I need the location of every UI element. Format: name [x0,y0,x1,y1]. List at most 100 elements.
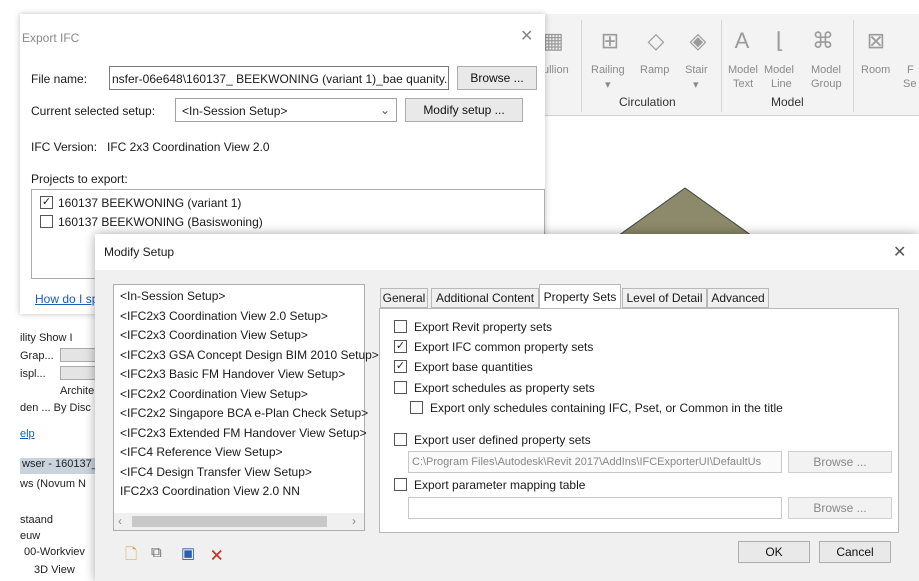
properties-row: Grap... [20,350,54,362]
project-name: 160137 BEEKWONING (variant 1) [58,196,242,210]
ribbon-room-separator-label: F [907,64,914,76]
browser-row[interactable]: 3D View [34,564,75,576]
railing-icon[interactable]: ⊞ [593,28,627,54]
properties-row: den ... By Disc [20,402,91,414]
delete-setup-icon[interactable]: 🗙 [211,544,222,569]
scrollbar-thumb[interactable] [132,516,327,527]
setup-list-item[interactable]: <IFC2x3 GSA Concept Design BIM 2010 Setu… [120,348,379,362]
ribbon-model-text-label2: Text [733,78,754,90]
schedules-only-checkbox[interactable] [410,401,423,414]
param-mapping-path-input[interactable] [408,497,782,519]
setup-list-horizontal-scrollbar[interactable]: ‹ › [114,513,364,530]
browse-button[interactable]: Browse ... [457,66,537,90]
scroll-left-icon[interactable]: ‹ [118,514,122,528]
revit-psets-checkbox[interactable] [394,320,407,333]
properties-help-link[interactable]: elp [20,428,35,440]
file-name-input[interactable]: nsfer-06e648\160137_ BEEKWONING (variant… [109,66,449,90]
close-icon[interactable]: ✕ [893,242,906,262]
setup-list-item[interactable]: IFC2x3 Coordination View 2.0 NN [120,484,300,498]
browser-row[interactable]: euw [20,530,40,542]
ribbon-room-separator-label2: Se [903,78,917,90]
setup-list-item[interactable]: <IFC2x2 Coordination View Setup> [120,387,308,401]
base-quantities-label: Export base quantities [414,360,533,374]
file-name-label: File name: [31,72,88,86]
tab-advanced[interactable]: Advanced [707,288,769,308]
setup-list-item[interactable]: <IFC2x3 Extended FM Handover View Setup> [120,426,367,440]
browser-row[interactable]: staand [20,514,53,526]
room-icon[interactable]: ⊠ [861,28,891,54]
edit-button[interactable] [60,366,100,380]
base-quantities-checkbox[interactable]: ✓ [394,360,407,373]
setup-value: <In-Session Setup> [182,104,288,118]
file-name-value: nsfer-06e648\160137_ BEEKWONING (variant… [112,72,449,86]
ribbon-separator [721,20,722,112]
ifc-common-checkbox[interactable]: ✓ [394,340,407,353]
ribbon-stair-label: Stair [685,64,708,76]
model-line-icon[interactable]: ⌊ [765,28,795,54]
properties-row: ispl... [20,368,46,380]
schedules-only-label: Export only schedules containing IFC, Ps… [430,401,783,415]
setup-list-item[interactable]: <In-Session Setup> [120,289,225,303]
new-setup-icon[interactable]: 🗋 [125,544,137,569]
properties-panel: ility Show I Grap... ispl... Archite den… [20,318,100,581]
user-defined-browse-button[interactable]: Browse ... [788,451,892,473]
modify-setup-button[interactable]: Modify setup ... [405,98,523,122]
edit-button[interactable] [60,348,100,362]
help-link[interactable]: How do I sp [35,292,98,306]
tab-additional-content[interactable]: Additional Content [431,288,539,308]
ramp-icon[interactable]: ◇ [639,28,673,54]
ifc-version-label: IFC Version: [31,140,98,154]
tab-level-of-detail[interactable]: Level of Detail [622,288,707,308]
dialog-title-bar [95,234,919,270]
setup-list-item[interactable]: <IFC2x2 Singapore BCA e-Plan Check Setup… [120,406,368,420]
ifc-version-value: IFC 2x3 Coordination View 2.0 [107,140,270,154]
close-icon[interactable]: ✕ [520,26,533,46]
scroll-right-icon[interactable]: › [352,514,356,528]
property-sets-panel: Export Revit property sets ✓ Export IFC … [379,308,899,533]
chevron-down-icon[interactable]: ▾ [605,78,611,91]
model-text-icon[interactable]: A [727,28,757,54]
project-checkbox[interactable] [40,215,53,228]
ribbon-separator [853,20,854,112]
user-defined-path-value: C:\Program Files\Autodesk\Revit 2017\Add… [412,456,762,468]
chevron-down-icon: ⌄ [379,103,390,117]
setup-list-item[interactable]: <IFC2x3 Coordination View Setup> [120,328,308,342]
dialog-title: Export IFC [22,31,80,45]
browser-row[interactable]: 00-Workviev [24,546,85,558]
setup-list-item[interactable]: <IFC2x3 Basic FM Handover View Setup> [120,367,345,381]
browser-row[interactable]: ws (Novum N [20,478,86,490]
properties-row: Archite [60,385,95,397]
curtain-mullion-icon[interactable]: ▦ [543,28,564,54]
project-browser-title: wser - 160137_ [20,458,100,474]
dialog-title: Modify Setup [104,245,175,259]
param-mapping-checkbox[interactable] [394,478,407,491]
param-mapping-browse-button[interactable]: Browse ... [788,497,892,519]
ribbon-group-model: Model [771,95,804,109]
ribbon-model-line-label: Model [764,64,794,76]
user-defined-checkbox[interactable] [394,433,407,446]
schedules-checkbox[interactable] [394,381,407,394]
chevron-down-icon[interactable]: ▾ [693,78,699,91]
model-roof-shape [614,187,756,238]
ribbon-separator [581,20,582,112]
schedules-label: Export schedules as property sets [414,381,595,395]
modify-setup-dialog: Modify Setup ✕ ‹ › General Additional Co… [95,234,919,581]
param-mapping-label: Export parameter mapping table [414,478,586,492]
duplicate-setup-icon[interactable]: ⧉ [151,544,162,561]
ok-button[interactable]: OK [738,541,810,563]
model-group-icon[interactable]: ⌘ [808,28,838,54]
project-checkbox[interactable]: ✓ [40,196,53,209]
ribbon-railing-label: Railing [591,64,625,76]
setup-list-item[interactable]: <IFC4 Reference View Setup> [120,445,283,459]
ribbon-model-group-label: Model [811,64,841,76]
stair-icon[interactable]: ◈ [681,28,715,54]
user-defined-path-input[interactable]: C:\Program Files\Autodesk\Revit 2017\Add… [408,451,782,473]
tab-property-sets[interactable]: Property Sets [539,284,621,309]
ribbon-room-label: Room [861,64,891,76]
setup-list-item[interactable]: <IFC2x3 Coordination View 2.0 Setup> [120,309,328,323]
cancel-button[interactable]: Cancel [819,541,891,563]
setup-select[interactable]: <In-Session Setup> ⌄ [175,98,397,122]
tab-general[interactable]: General [380,288,428,308]
setup-list-item[interactable]: <IFC4 Design Transfer View Setup> [120,465,312,479]
rename-setup-icon[interactable]: ▣ [181,544,195,562]
